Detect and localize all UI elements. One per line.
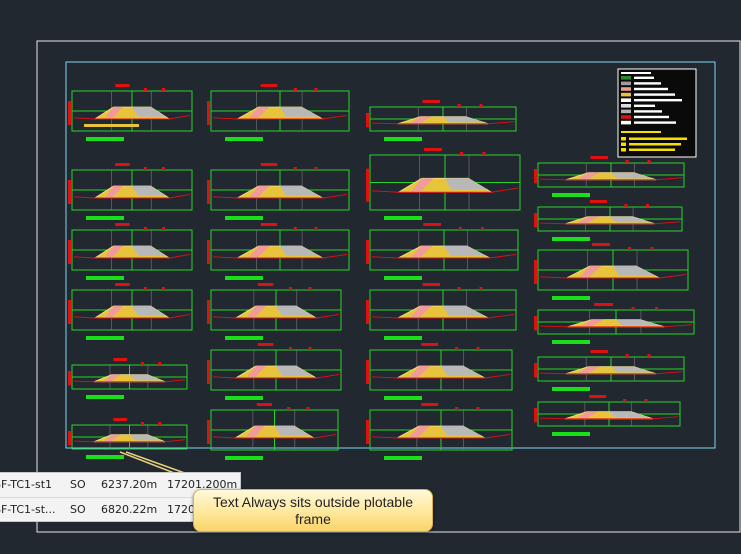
section-label-bar — [225, 137, 263, 141]
sample-line-station: 6820.22m — [101, 503, 158, 516]
section-label-bar — [86, 395, 124, 399]
cross-section-view — [207, 163, 350, 220]
cross-section-view — [534, 395, 681, 436]
cross-section-view — [207, 403, 339, 460]
cad-model-canvas[interactable] — [0, 0, 741, 554]
cross-section-view — [207, 223, 350, 280]
section-label-bar — [552, 387, 590, 391]
section-label-bar — [384, 336, 422, 340]
sample-line-type: SO — [70, 503, 86, 516]
callout-note: Text Always sits outside plotable frame — [193, 489, 433, 532]
section-label-bar — [384, 396, 422, 400]
cross-section-view — [534, 243, 689, 300]
cross-section-view — [366, 223, 519, 280]
section-label-bar — [384, 216, 422, 220]
section-label-bar — [86, 216, 124, 220]
cross-section-view — [366, 148, 521, 220]
sample-line-station: 6237.20m — [101, 478, 158, 491]
cross-section-view — [207, 343, 342, 400]
cross-section-view — [68, 358, 188, 399]
sample-line-name: SF-TC1-st1 — [0, 478, 53, 491]
section-label-bar — [86, 137, 124, 141]
section-label-bar — [225, 336, 263, 340]
section-label-bar — [552, 193, 590, 197]
cross-section-view — [534, 350, 685, 391]
cross-section-view — [366, 343, 513, 400]
section-label-bar — [552, 296, 590, 300]
cross-section-view — [207, 84, 350, 141]
section-label-bar — [384, 456, 422, 460]
cross-section-view — [534, 303, 695, 344]
section-label-bar — [86, 336, 124, 340]
cross-section-view — [366, 100, 517, 141]
cross-section-view — [68, 163, 193, 220]
section-label-bar — [225, 276, 263, 280]
section-label-bar — [225, 216, 263, 220]
section-label-bar — [552, 432, 590, 436]
cross-section-view — [366, 403, 513, 460]
cross-section-view — [534, 156, 685, 197]
section-label-bar — [384, 137, 422, 141]
sample-line-type: SO — [70, 478, 86, 491]
section-label-bar — [86, 455, 124, 459]
section-label-bar — [86, 276, 124, 280]
section-label-bar — [225, 456, 263, 460]
cross-section-view — [68, 283, 193, 340]
cross-section-grid — [68, 84, 695, 460]
cross-section-view — [68, 223, 193, 280]
sample-line-name: SF-TC1-st... — [0, 503, 56, 516]
section-label-bar — [384, 276, 422, 280]
section-label-bar — [552, 340, 590, 344]
section-label-bar — [552, 237, 590, 241]
cross-section-view — [366, 283, 517, 340]
cross-section-view — [534, 200, 683, 241]
material-legend — [617, 68, 697, 158]
section-label-bar — [225, 396, 263, 400]
cross-section-view — [68, 84, 193, 141]
cross-section-view — [207, 283, 342, 340]
